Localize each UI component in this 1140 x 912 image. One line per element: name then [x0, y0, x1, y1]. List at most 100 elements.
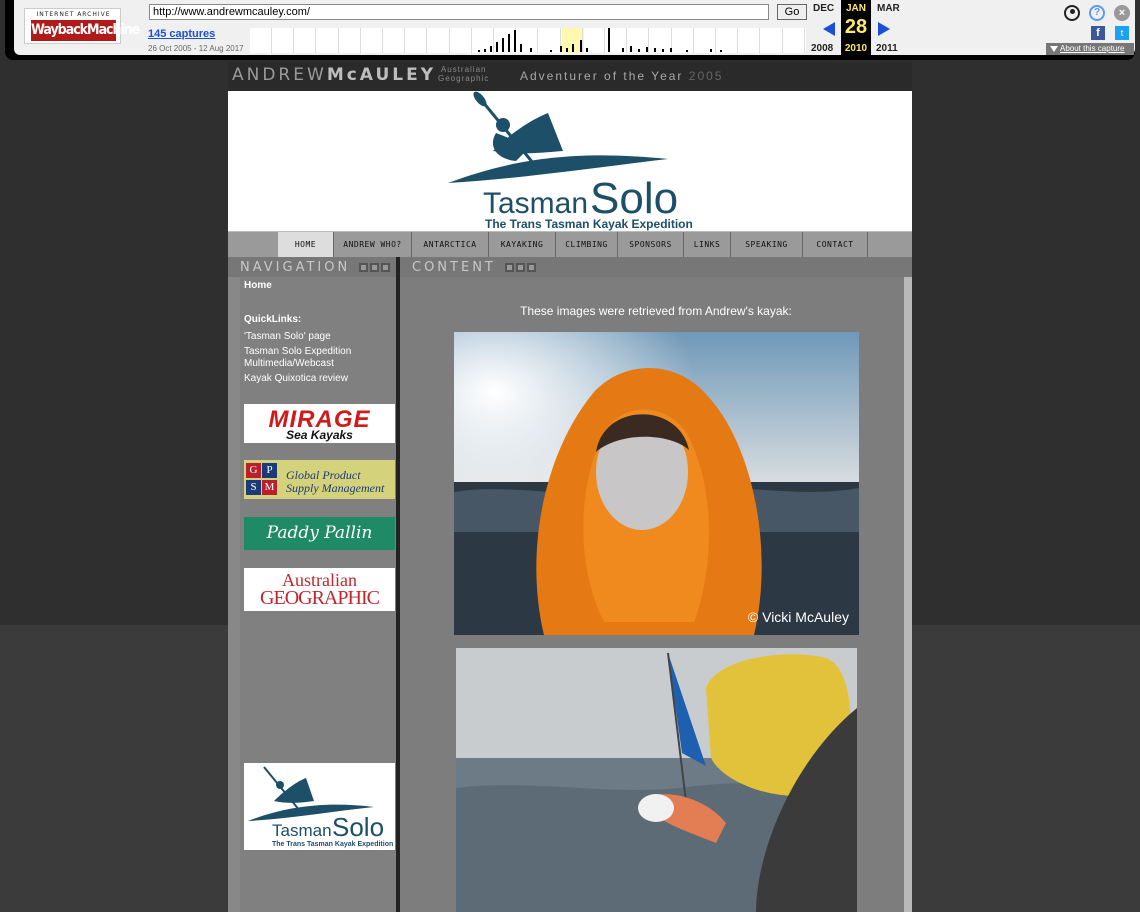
sidebar-home-link[interactable]: Home [244, 280, 272, 292]
next-capture-arrow-icon[interactable] [878, 22, 890, 36]
sparkline-bar [478, 50, 480, 52]
next-year-label[interactable]: 2011 [876, 43, 898, 54]
main-nav: HOME ANDREW WHO? ANTARCTICA KAYAKING CLIMBIN… [228, 231, 912, 257]
tagline-year: 2005 [688, 69, 724, 83]
kayak-selfie-photo: © Vicki McAuley [454, 332, 859, 635]
sparkline-year-column[interactable] [761, 28, 783, 53]
ag-ad-line-2: GEOGRAPHIC [260, 587, 380, 609]
content-title: CONTENT [412, 260, 536, 275]
wayback-logo-main: WaybackMachine [31, 20, 140, 41]
sparkline-bar [580, 40, 582, 52]
url-input[interactable]: http://www.andrewmcauley.com/ [149, 4, 769, 20]
sparkline-year-column[interactable] [672, 28, 694, 53]
help-icon[interactable]: ? [1089, 5, 1105, 21]
sparkline-bar [490, 46, 492, 52]
banner-subtitle: The Trans Tasman Kayak Expedition [485, 217, 693, 231]
australian-geographic-tag: Australian Geographic [438, 65, 489, 83]
sparkline-year-column[interactable] [250, 28, 272, 53]
sparkline-bar [608, 28, 610, 52]
nav-item-andrew-who[interactable]: ANDREW WHO? [334, 232, 412, 257]
site-tagline: Adventurer of the Year 2005 [520, 69, 723, 83]
current-year-label: 2010 [844, 43, 868, 54]
prev-year-label[interactable]: 2008 [811, 43, 833, 54]
sparkline-bar [622, 48, 624, 52]
sparkline-year-column[interactable] [694, 28, 716, 53]
sparkline-year-column[interactable] [383, 28, 406, 53]
sparkline-year-column[interactable] [317, 28, 339, 53]
kayak-ocean-photo [456, 648, 857, 912]
nav-item-kayaking[interactable]: KAYAKING [489, 232, 556, 257]
next-month-label: MAR [877, 3, 900, 14]
gpsm-letter: P [262, 463, 277, 478]
content-edge [904, 277, 912, 912]
about-capture-link[interactable]: About this capture [1046, 43, 1134, 55]
sparkline-year-column[interactable] [339, 28, 361, 53]
small-banner-title-b: Solo [332, 812, 384, 842]
paddy-pallin-logo: Paddy Pallin [266, 523, 373, 543]
nav-item-home[interactable]: HOME [278, 232, 334, 257]
tasman-solo-ad[interactable]: Tasman Solo The Trans Tasman Kayak Exped… [244, 763, 395, 850]
wayback-logo-top: INTERNET ARCHIVE [36, 11, 111, 18]
tasman-solo-banner: Tasman Solo The Trans Tasman Kayak Exped… [228, 91, 912, 231]
gpsm-letter: G [246, 463, 261, 478]
sparkline-year-column[interactable] [783, 28, 805, 53]
sparkline-bar [484, 49, 486, 52]
square-icon [516, 263, 525, 272]
gpsm-ad[interactable]: G P S M Global Product Supply Management [244, 460, 395, 499]
wayback-logo[interactable]: INTERNET ARCHIVE WaybackMachine [24, 8, 140, 44]
twitter-icon[interactable]: t [1115, 26, 1129, 40]
sparkline-bar [514, 30, 516, 52]
sparkline-bar [720, 50, 722, 52]
sparkline-bar [508, 34, 510, 52]
content-intro: These images were retrieved from Andrew'… [520, 304, 792, 318]
square-icon [359, 263, 369, 272]
close-icon[interactable]: × [1114, 5, 1130, 21]
square-icon [505, 263, 514, 272]
sparkline-year-column[interactable] [428, 28, 450, 53]
nav-item-climbing[interactable]: CLIMBING [556, 232, 618, 257]
mirage-sea-kayaks-ad[interactable]: MIRAGE Sea Kayaks [244, 404, 395, 443]
paddy-pallin-ad[interactable]: Paddy Pallin [244, 517, 395, 550]
nav-item-sponsors[interactable]: SPONSORS [618, 232, 684, 257]
content-area: These images were retrieved from Andrew'… [400, 277, 904, 912]
sparkline-year-column[interactable] [361, 28, 383, 53]
quicklink-quixotica[interactable]: Kayak Quixotica review [244, 373, 394, 385]
nav-item-antarctica[interactable]: ANTARCTICA [412, 232, 489, 257]
gpsm-text-2: Supply Management [286, 481, 385, 495]
mirage-ad-subtitle: Sea Kayaks [286, 428, 353, 442]
sparkline-bar [520, 44, 522, 52]
photo-kayak-ocean [456, 648, 857, 912]
quicklink-multimedia[interactable]: Tasman Solo Expedition Multimedia/Webcas… [244, 346, 369, 370]
navigation-title-text: NAVIGATION [240, 260, 351, 275]
facebook-icon[interactable]: f [1091, 26, 1105, 40]
content-title-text: CONTENT [412, 260, 496, 275]
navigation-title: NAVIGATION [240, 260, 391, 275]
quicklink-tasman-solo[interactable]: 'Tasman Solo' page [244, 331, 394, 343]
nav-item-speaking[interactable]: SPEAKING [731, 232, 803, 257]
sparkline-year-column[interactable] [294, 28, 317, 53]
user-icon[interactable] [1064, 5, 1080, 21]
sparkline-bar [646, 47, 648, 52]
sparkline-bar [670, 48, 672, 52]
nav-item-links[interactable]: LINKS [684, 232, 731, 257]
australian-geographic-ad[interactable]: Australian GEOGRAPHIC [244, 568, 395, 611]
capture-sparkline[interactable] [250, 28, 806, 53]
sparkline-year-column[interactable] [272, 28, 295, 53]
sparkline-year-column[interactable] [405, 28, 428, 53]
sparkline-bar [662, 49, 664, 52]
square-icon [370, 263, 380, 272]
go-button[interactable]: Go [777, 4, 807, 20]
gpsm-letter: S [246, 480, 261, 495]
sparkline-year-column[interactable] [650, 28, 672, 53]
sparkline-year-column[interactable] [738, 28, 761, 53]
navigation-header: NAVIGATION [228, 257, 398, 277]
prev-capture-arrow-icon[interactable] [823, 22, 835, 36]
ag-line-1: Australian [440, 65, 487, 74]
nav-item-contact[interactable]: CONTACT [803, 232, 868, 257]
photo-kayak-selfie: © Vicki McAuley [454, 332, 859, 635]
tasman-solo-small-logo: Tasman Solo The Trans Tasman Kayak Exped… [248, 766, 393, 848]
sparkline-year-column[interactable] [450, 28, 472, 53]
square-icon [527, 263, 536, 272]
wayback-toolbar: INTERNET ARCHIVE WaybackMachine http://w… [5, 0, 1135, 60]
captures-link[interactable]: 145 captures [148, 28, 215, 40]
